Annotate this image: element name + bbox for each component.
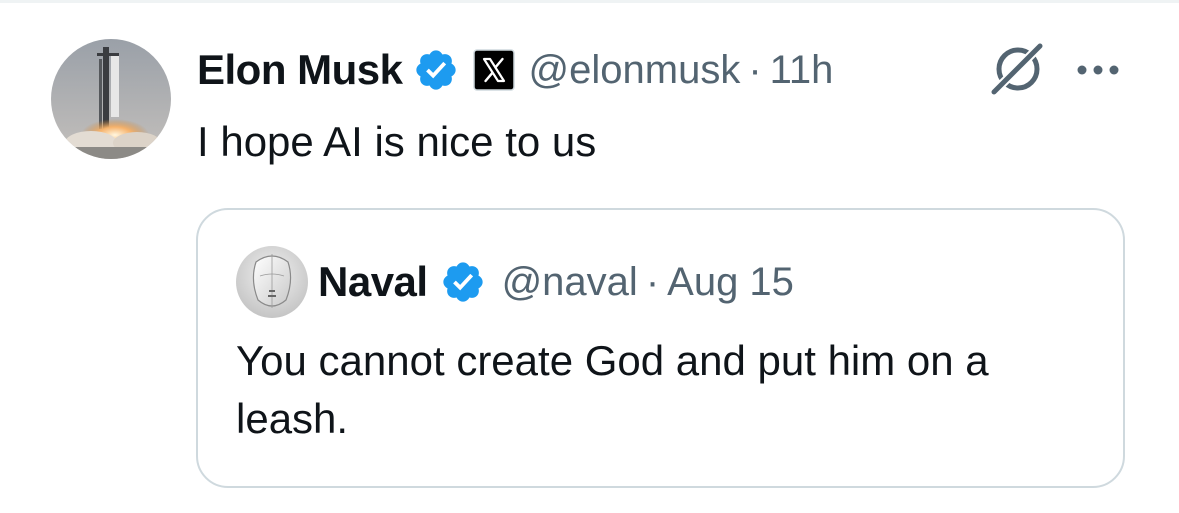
quoted-author-name[interactable]: Naval [318, 258, 428, 306]
quoted-avatar[interactable] [236, 246, 308, 318]
separator-dot: · [748, 47, 762, 92]
author-handle[interactable]: @elonmusk [529, 48, 741, 93]
x-logo-icon[interactable] [472, 49, 515, 91]
more-options-icon[interactable] [1074, 58, 1122, 82]
quoted-author-handle[interactable]: @naval [502, 260, 638, 305]
timestamp[interactable]: 11h [770, 48, 834, 93]
avatar-rocket-launch-image [51, 39, 171, 159]
tweet-header: Elon Musk @elonmusk · 11h [197, 40, 833, 100]
tweet-text: I hope AI is nice to us [197, 118, 597, 165]
avatar[interactable] [51, 39, 171, 159]
quoted-tweet-header: Naval @naval · Aug 15 [318, 252, 794, 312]
quoted-timestamp[interactable]: Aug 15 [667, 260, 794, 305]
verified-badge-icon[interactable] [440, 259, 486, 305]
author-name[interactable]: Elon Musk [197, 46, 403, 94]
separator-dot: · [645, 259, 660, 304]
verified-badge-icon[interactable] [413, 47, 459, 93]
quoted-tweet-text: You cannot create God and put him on a l… [236, 337, 989, 442]
grok-icon[interactable] [988, 40, 1048, 98]
avatar-mask-image [236, 246, 308, 318]
top-divider [0, 0, 1179, 3]
